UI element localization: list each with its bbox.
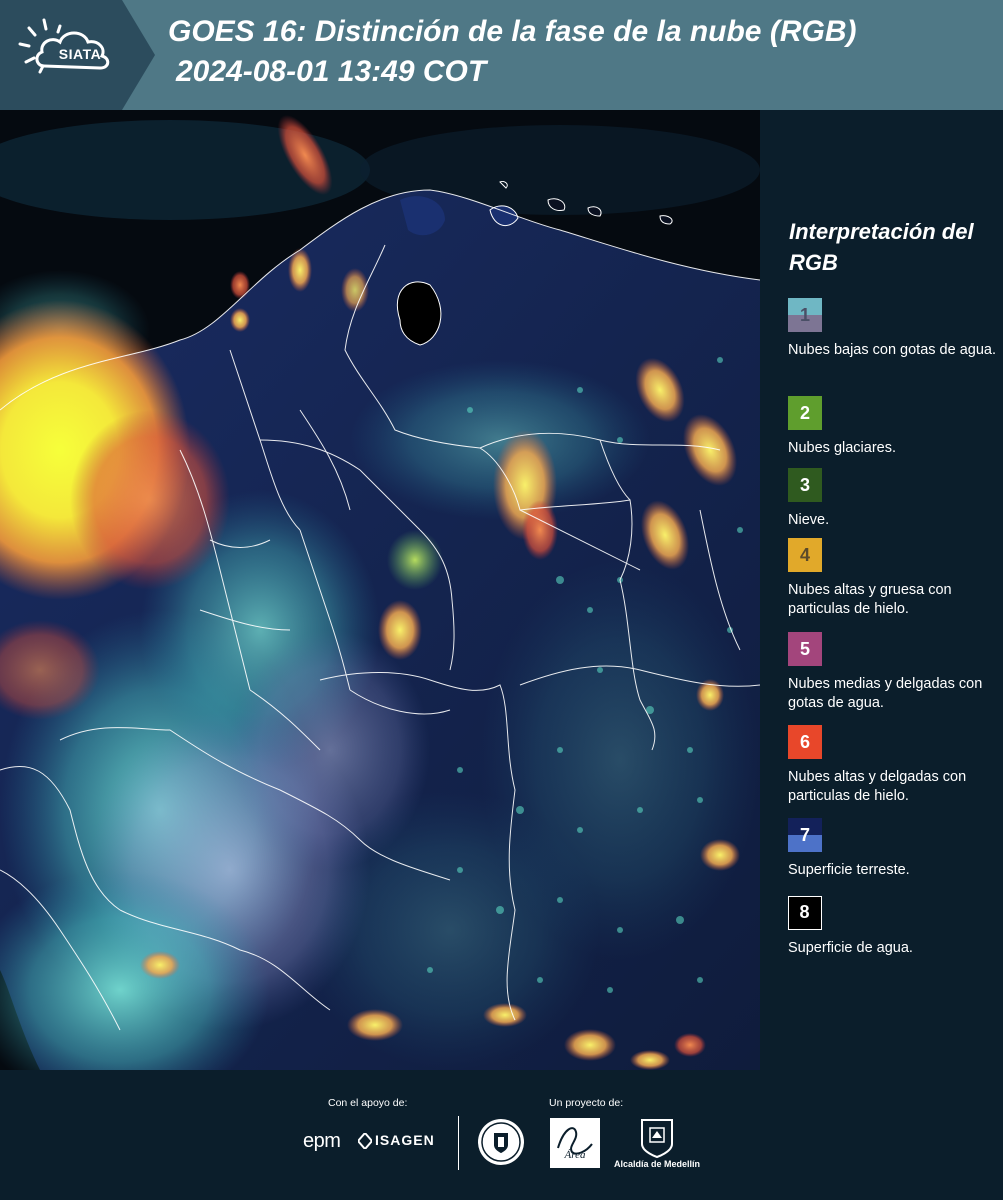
legend-title: Interpretación del RGB bbox=[789, 219, 974, 275]
legend-number: 2 bbox=[799, 403, 810, 423]
legend-item-low-water-clouds: 1 Nubes bajas con gotas de agua. bbox=[788, 298, 1000, 360]
footer: Con el apoyo de: Un proyecto de: epm ISA… bbox=[0, 1070, 1003, 1200]
legend-label: Nieve. bbox=[788, 512, 830, 528]
isagen-icon bbox=[358, 1133, 372, 1149]
legend-swatch: 3 bbox=[788, 468, 822, 502]
legend-number: 8 bbox=[799, 902, 810, 922]
legend-number: 6 bbox=[799, 732, 810, 752]
legend-number: 5 bbox=[799, 639, 810, 659]
support-label: Con el apoyo de: bbox=[328, 1097, 408, 1109]
isagen-logo: ISAGEN bbox=[375, 1132, 435, 1148]
legend-number: 3 bbox=[799, 475, 810, 495]
alcaldia-medellin-icon bbox=[641, 1119, 673, 1158]
legend-item-land-surface: 7 Superficie terreste. bbox=[788, 818, 1000, 880]
legend-item-thick-ice-clouds: 4 Nubes altas y gruesa con particulas de… bbox=[788, 538, 1000, 619]
siata-logo-text: SIATA bbox=[58, 46, 102, 62]
legend-item-mid-water-clouds: 5 Nubes medias y delgadas con gotas de a… bbox=[788, 632, 1000, 713]
legend-number: 7 bbox=[799, 825, 810, 845]
legend-swatch: 5 bbox=[788, 632, 822, 666]
legend-number: 4 bbox=[799, 545, 810, 565]
legend-label: Nubes altas y gruesa con particulas de h… bbox=[788, 582, 952, 617]
svg-text:Área: Área bbox=[564, 1149, 586, 1161]
legend-item-glaciated-clouds: 2 Nubes glaciares. bbox=[788, 396, 1000, 458]
area-metropolitana-logo: Área bbox=[550, 1118, 600, 1168]
medellin-seal-icon bbox=[478, 1119, 524, 1165]
epm-logo: epm bbox=[303, 1130, 341, 1152]
legend-swatch: 8 bbox=[788, 896, 822, 930]
legend-item-thin-ice-clouds: 6 Nubes altas y delgadas con particulas … bbox=[788, 725, 1000, 806]
siata-logo: SIATA bbox=[0, 0, 155, 110]
legend-swatch: 1 bbox=[788, 298, 822, 332]
legend-label: Nubes altas y delgadas con particulas de… bbox=[788, 769, 967, 804]
legend-label: Nubes glaciares. bbox=[788, 440, 896, 456]
header-banner: SIATA GOES 16: Distinción de la fase de … bbox=[0, 0, 1003, 110]
satellite-map bbox=[0, 110, 760, 1070]
legend-label: Superficie terreste. bbox=[788, 862, 910, 878]
legend-item-water-surface: 8 Superficie de agua. bbox=[788, 896, 1000, 958]
legend-swatch: 4 bbox=[788, 538, 822, 572]
legend-label: Nubes bajas con gotas de agua. bbox=[788, 342, 996, 358]
legend-swatch: 6 bbox=[788, 725, 822, 759]
alcaldia-medellin-label: Alcaldía de Medellín bbox=[613, 1159, 701, 1169]
legend-item-snow: 3 Nieve. bbox=[788, 468, 1000, 530]
timestamp: 2024-08-01 13:49 COT bbox=[176, 55, 487, 88]
legend-swatch: 2 bbox=[788, 396, 822, 430]
legend-label: Superficie de agua. bbox=[788, 940, 913, 956]
legend-number: 1 bbox=[799, 305, 810, 325]
legend-swatch: 7 bbox=[788, 818, 822, 852]
legend-label: Nubes medias y delgadas con gotas de agu… bbox=[788, 676, 983, 711]
page-title: GOES 16: Distinción de la fase de la nub… bbox=[168, 15, 857, 48]
legend-panel: Interpretación del RGB 1 Nubes bajas con… bbox=[760, 110, 1003, 1070]
project-label: Un proyecto de: bbox=[549, 1097, 624, 1109]
footer-divider bbox=[458, 1116, 459, 1170]
